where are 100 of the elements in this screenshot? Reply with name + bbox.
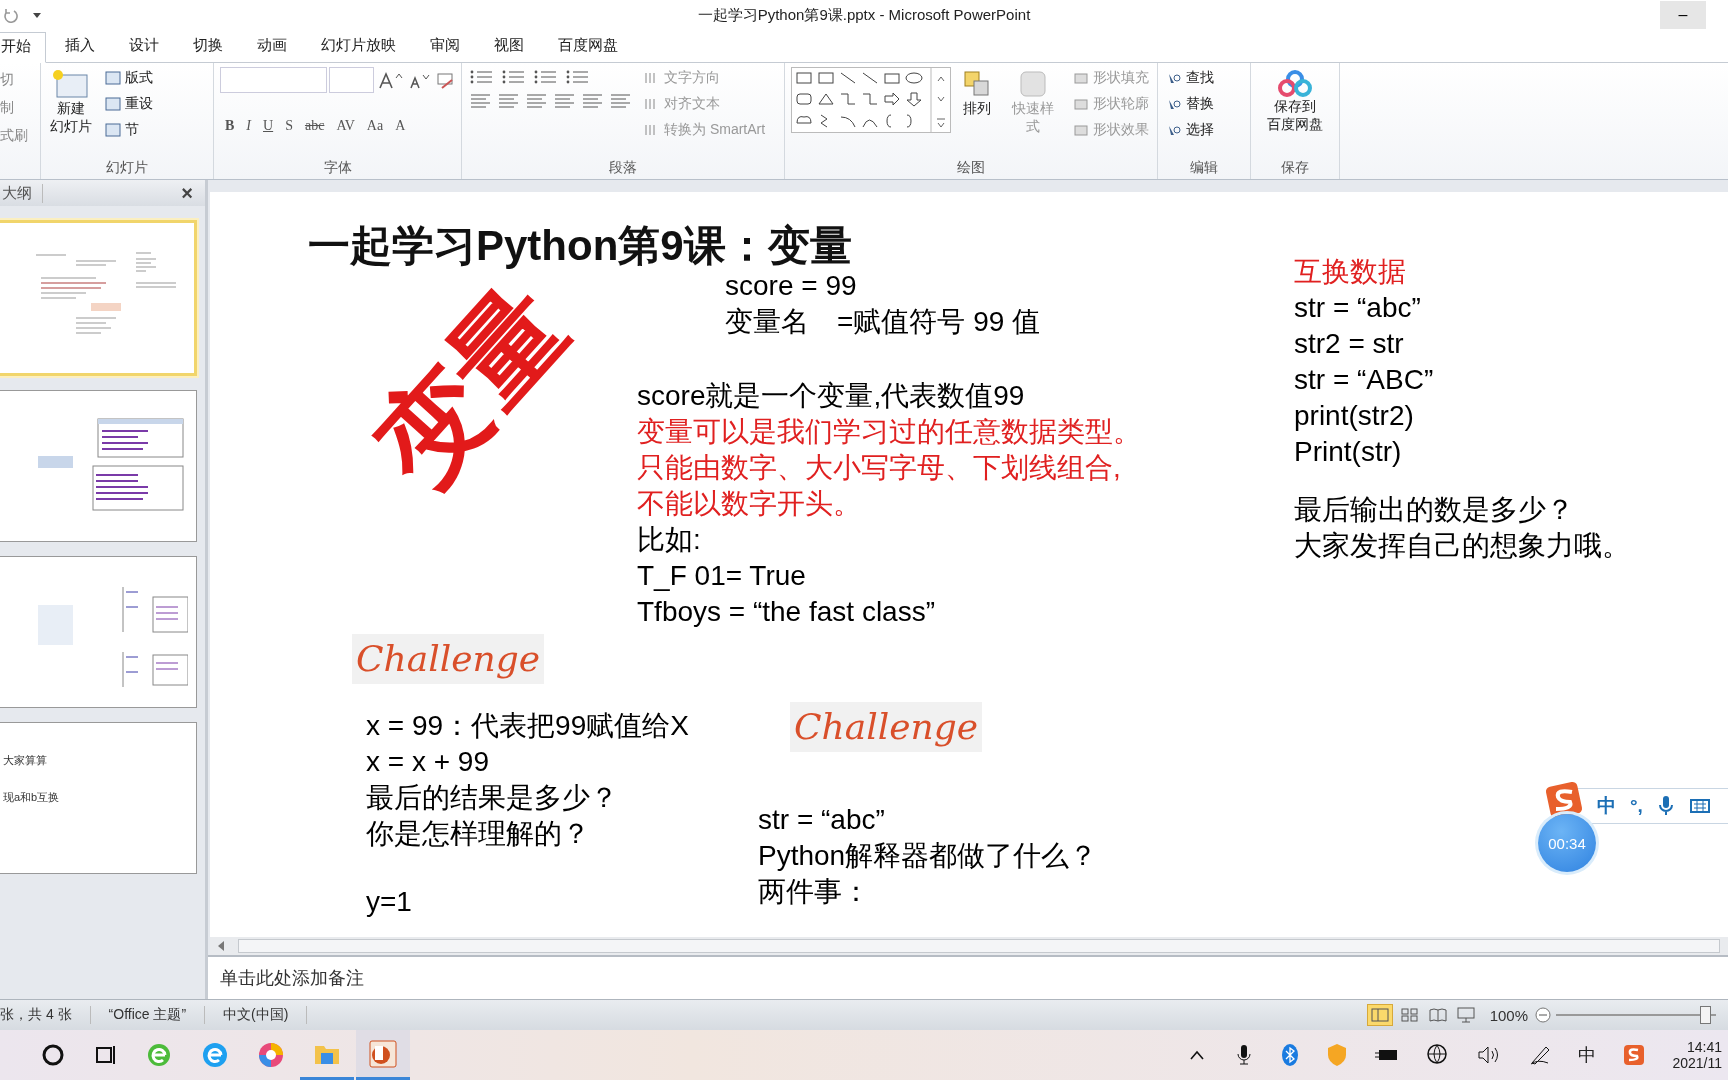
input-mode-toggle[interactable]: 中 — [1597, 793, 1616, 819]
slide-text: x = 99：代表把99赋值给X — [366, 709, 689, 743]
slide-thumbnail[interactable] — [0, 220, 197, 376]
rotated-heading: 变量 — [355, 268, 585, 506]
slideshow-view-icon[interactable] — [1454, 1005, 1477, 1025]
slide-text: 最后输出的数是多少？ — [1294, 493, 1575, 527]
slide-text: 两件事： — [758, 875, 871, 909]
slide-text: score = 99 — [725, 269, 858, 303]
ribbon-tab[interactable]: 开始 — [0, 32, 46, 63]
slide-text: str = “ABC” — [1294, 363, 1434, 397]
shapes-gallery[interactable] — [791, 67, 951, 133]
ribbon-tab[interactable]: 审阅 — [415, 31, 475, 62]
new-slide-icon — [51, 69, 91, 99]
font-format-button[interactable]: abc — [299, 116, 330, 136]
ribbon-tab[interactable]: 设计 — [114, 31, 174, 62]
shield-icon[interactable] — [1326, 1042, 1349, 1068]
style-swatch-icon — [1018, 69, 1048, 99]
clipboard-item[interactable]: 切 — [0, 71, 34, 89]
shape-format-icon — [1073, 97, 1089, 111]
slide-count: 张，共 4 张 — [0, 1006, 91, 1024]
window-title: 一起学习Python第9课.pptx - Microsoft PowerPoint — [697, 5, 1031, 25]
new-slide-button[interactable]: 新建 幻灯片 — [47, 67, 95, 137]
slide-text: 大家发挥自己的想象力哦。 — [1294, 529, 1630, 563]
ribbon-tab[interactable]: 动画 — [242, 31, 302, 62]
browser-icon[interactable] — [200, 1040, 230, 1070]
slide-text: score就是一个变量,代表数值99 — [637, 379, 1026, 413]
ribbon-button[interactable]: 选择 — [1164, 119, 1244, 141]
undo-icon[interactable] — [2, 7, 18, 23]
slide-text: print(str2) — [1294, 399, 1415, 433]
font-size-field[interactable] — [329, 67, 375, 93]
save-to-cloud-button[interactable]: 保存到 百度网盘 — [1264, 67, 1326, 135]
slide-text: Print(str) — [1294, 435, 1403, 469]
slide-thumbnail[interactable] — [0, 390, 197, 542]
font-format-button[interactable]: U — [258, 116, 279, 136]
zoom-level[interactable]: 100% — [1489, 1006, 1528, 1024]
cortana-icon[interactable] — [40, 1042, 66, 1068]
cloud-rings-icon — [1278, 69, 1312, 97]
slide-text: 不能以数字开头。 — [637, 487, 862, 521]
slide-text: 变量名 =赋值符号 99 值 — [725, 305, 1041, 339]
presentation-app-icon[interactable] — [367, 1037, 399, 1070]
pinwheel-icon[interactable] — [256, 1040, 286, 1070]
group-label: 字体 — [322, 159, 353, 177]
slide-thumbnail[interactable] — [0, 556, 197, 708]
clock-date[interactable]: 2021/11 — [1672, 1055, 1722, 1071]
font-format-button[interactable]: A — [390, 116, 411, 136]
outline-tab[interactable]: 大纲 — [0, 183, 43, 203]
clipboard-item[interactable]: 制 — [0, 99, 34, 117]
sorter-view-icon[interactable] — [1398, 1005, 1421, 1025]
ribbon-tab[interactable]: 百度网盘 — [543, 31, 633, 62]
sogou-icon[interactable] — [1622, 1043, 1647, 1067]
reading-view-icon[interactable] — [1426, 1005, 1449, 1025]
slide-text: 比如: — [637, 523, 702, 557]
notes-field[interactable]: 单击此处添加备注 — [208, 955, 1728, 999]
clock-time[interactable]: 14:41 — [1686, 1039, 1722, 1055]
clipboard-item[interactable]: 式刷 — [0, 127, 34, 145]
theme-name: “Office 主题” — [90, 1006, 206, 1024]
ribbon-tab[interactable]: 切换 — [178, 31, 238, 62]
zoom-out-icon[interactable] — [1534, 1006, 1552, 1024]
font-format-button[interactable]: I — [241, 116, 256, 136]
caret-icon[interactable] — [32, 10, 42, 20]
group-label: 编辑 — [1189, 159, 1219, 177]
shape-format-icon — [1073, 71, 1089, 85]
font-format-button[interactable]: AV — [331, 116, 360, 136]
slide-text: Python解释器都做了什么？ — [758, 839, 1098, 873]
ribbon-button[interactable]: 节 — [103, 119, 155, 141]
font-format-button[interactable]: Aa — [361, 116, 389, 136]
font-format-button[interactable]: S — [280, 116, 298, 136]
arrange-button[interactable]: 排列 — [959, 67, 995, 119]
font-format-button[interactable]: B — [220, 116, 240, 136]
minimize-button[interactable]: – — [1660, 1, 1706, 29]
ribbon-tab[interactable]: 视图 — [479, 31, 539, 62]
slide-text: x = x + 99 — [366, 745, 490, 779]
ribbon-button[interactable]: 重设 — [103, 93, 155, 115]
keyboard-icon[interactable] — [1688, 797, 1711, 815]
punctuation-toggle[interactable]: °, — [1630, 795, 1643, 817]
shape-format-icon — [1073, 123, 1089, 137]
ribbon-tab[interactable]: 幻灯片放映 — [306, 31, 411, 62]
grow-font-icon[interactable] — [376, 70, 403, 90]
ribbon-button[interactable]: 替换 — [1164, 93, 1244, 115]
scrollbar-thumb[interactable] — [238, 939, 1720, 953]
input-method-indicator[interactable]: 中 — [1578, 1043, 1597, 1067]
thumbnail-text: 大家算算 — [3, 753, 48, 768]
group-label: 幻灯片 — [105, 159, 149, 177]
normal-view-icon[interactable] — [1366, 1004, 1393, 1026]
arrange-icon — [962, 69, 992, 99]
slide-text: Tfboys = “the fast class” — [637, 595, 936, 629]
slide-thumbnail[interactable]: 大家算算 现a和b互换 — [0, 722, 197, 874]
ribbon-tab[interactable]: 插入 — [50, 31, 110, 62]
ribbon-button[interactable]: 版式 — [103, 67, 155, 89]
slide-text: 你是怎样理解的？ — [366, 817, 591, 851]
challenge-badge: Challenge — [790, 702, 983, 752]
font-name-field[interactable] — [220, 67, 328, 93]
slide-text: 只能由数字、大小写字母、下划线组合, — [637, 451, 1122, 485]
slide-text: 最后的结果是多少？ — [366, 781, 619, 815]
language-label: 中文(中国) — [205, 1006, 308, 1024]
close-button[interactable]: × — [175, 180, 199, 206]
zoom-slider-thumb[interactable] — [1699, 1006, 1711, 1024]
bluetooth-icon[interactable] — [1280, 1042, 1301, 1068]
ribbon-button[interactable]: 查找 — [1164, 67, 1244, 89]
layout-icon — [105, 123, 121, 137]
